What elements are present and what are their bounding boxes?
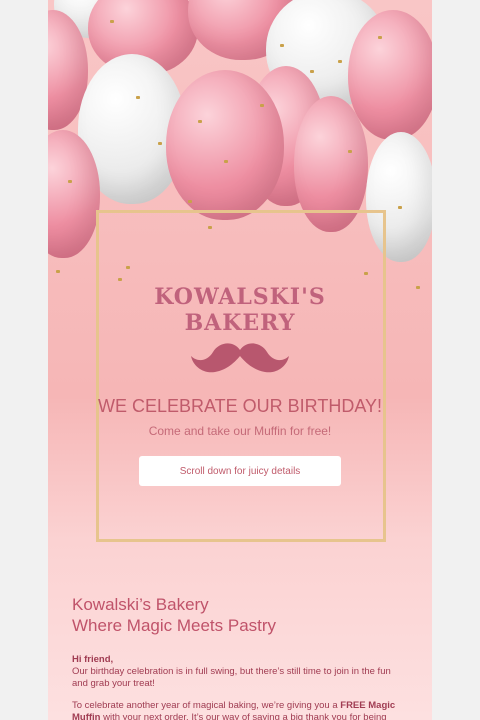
balloon (348, 10, 432, 140)
greeting-paragraph: Hi friend, Our birthday celebration is i… (72, 654, 408, 690)
confetti (110, 20, 114, 23)
email-canvas: KOWALSKI'S BAKERY WE CELEBRATE OUR BIRTH… (48, 0, 432, 720)
logo-text-line1: KOWALSKI'S (154, 284, 326, 310)
logo-text-line2: BAKERY (184, 310, 296, 336)
confetti (280, 44, 284, 47)
confetti (338, 60, 342, 63)
confetti (378, 36, 382, 39)
balloon (166, 70, 284, 220)
scroll-down-button[interactable]: Scroll down for juicy details (139, 456, 341, 486)
free-muffin-subline: Come and take our Muffin for free! (148, 424, 332, 438)
brand-name: Kowalski’s Bakery (72, 595, 209, 614)
greeting: Hi friend, (72, 654, 114, 665)
confetti (158, 142, 162, 145)
confetti (56, 270, 60, 273)
confetti (348, 150, 352, 153)
confetti (68, 180, 72, 183)
paragraph-1: Our birthday celebration is in full swin… (72, 666, 391, 689)
paragraph-2-start: To celebrate another year of magical bak… (72, 700, 341, 711)
confetti (136, 96, 140, 99)
confetti (398, 206, 402, 209)
birthday-headline: WE CELEBRATE OUR BIRTHDAY! (97, 396, 383, 416)
confetti (224, 160, 228, 163)
gold-frame (96, 210, 386, 542)
confetti (188, 200, 192, 203)
mustache-icon (191, 343, 289, 373)
brand-heading: Kowalski’s Bakery Where Magic Meets Past… (72, 594, 412, 636)
confetti (310, 70, 314, 73)
brand-tagline: Where Magic Meets Pastry (72, 616, 277, 635)
email-body: Hi friend, Our birthday celebration is i… (72, 654, 408, 720)
confetti (198, 120, 202, 123)
paragraph-2-end: with your next order. It’s our way of sa… (100, 712, 387, 720)
paragraph-2: To celebrate another year of magical bak… (72, 700, 408, 720)
confetti (260, 104, 264, 107)
